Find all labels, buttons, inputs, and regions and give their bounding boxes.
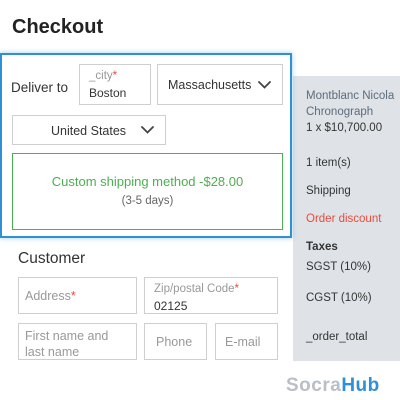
tax-line-cgst: CGST (10%) xyxy=(306,292,372,304)
shipping-method-eta: (3-5 days) xyxy=(121,195,174,207)
shipping-label: Shipping xyxy=(306,185,351,197)
shipping-method-option[interactable]: Custom shipping method -$28.00 (3-5 days… xyxy=(12,153,283,230)
customer-section-title: Customer xyxy=(18,250,86,267)
delivery-section: Deliver to _city* Boston Massachusetts U… xyxy=(0,53,292,238)
zip-code-label: Zip/postal Code* xyxy=(154,283,240,295)
order-discount-label: Order discount xyxy=(306,213,382,225)
chevron-down-icon xyxy=(141,126,154,134)
state-select-value: Massachusetts xyxy=(168,78,252,92)
required-mark: * xyxy=(112,70,118,82)
email-input[interactable]: E-mail xyxy=(215,323,278,360)
product-quantity-price: 1 x $10,700.00 xyxy=(306,122,383,134)
city-field-value[interactable]: Boston xyxy=(89,86,126,100)
state-select[interactable]: Massachusetts xyxy=(157,64,283,105)
deliver-to-label: Deliver to xyxy=(11,80,69,95)
zip-code-field[interactable]: Zip/postal Code* 02125 xyxy=(144,277,278,314)
address-placeholder: Address* xyxy=(25,289,76,303)
required-mark: * xyxy=(234,283,240,295)
address-input[interactable]: Address* xyxy=(18,277,137,314)
city-field[interactable]: _city* Boston xyxy=(79,64,151,105)
page-title: Checkout xyxy=(12,16,104,38)
full-name-placeholder: First name and last name xyxy=(25,329,109,359)
required-mark: * xyxy=(70,289,76,303)
tax-line-sgst: SGST (10%) xyxy=(306,261,371,273)
country-select-value: United States xyxy=(51,124,127,138)
socrahub-logo: SocraHub xyxy=(286,375,380,396)
chevron-down-icon xyxy=(258,80,271,89)
phone-placeholder: Phone xyxy=(156,335,193,349)
email-placeholder: E-mail xyxy=(225,335,261,349)
taxes-title: Taxes xyxy=(306,241,338,253)
phone-input[interactable]: Phone xyxy=(144,323,207,360)
items-count: 1 item(s) xyxy=(306,157,351,169)
product-name: Montblanc Nicola Chronograph xyxy=(306,90,395,118)
zip-code-value[interactable]: 02125 xyxy=(154,299,187,313)
full-name-input[interactable]: First name and last name xyxy=(18,323,137,360)
order-summary-panel: Montblanc Nicola Chronograph 1 x $10,700… xyxy=(293,76,400,361)
shipping-method-title: Custom shipping method -$28.00 xyxy=(51,174,244,189)
order-total-label: _order_total xyxy=(306,331,368,343)
city-field-label: _city* xyxy=(89,70,118,82)
country-select[interactable]: United States xyxy=(12,115,166,145)
